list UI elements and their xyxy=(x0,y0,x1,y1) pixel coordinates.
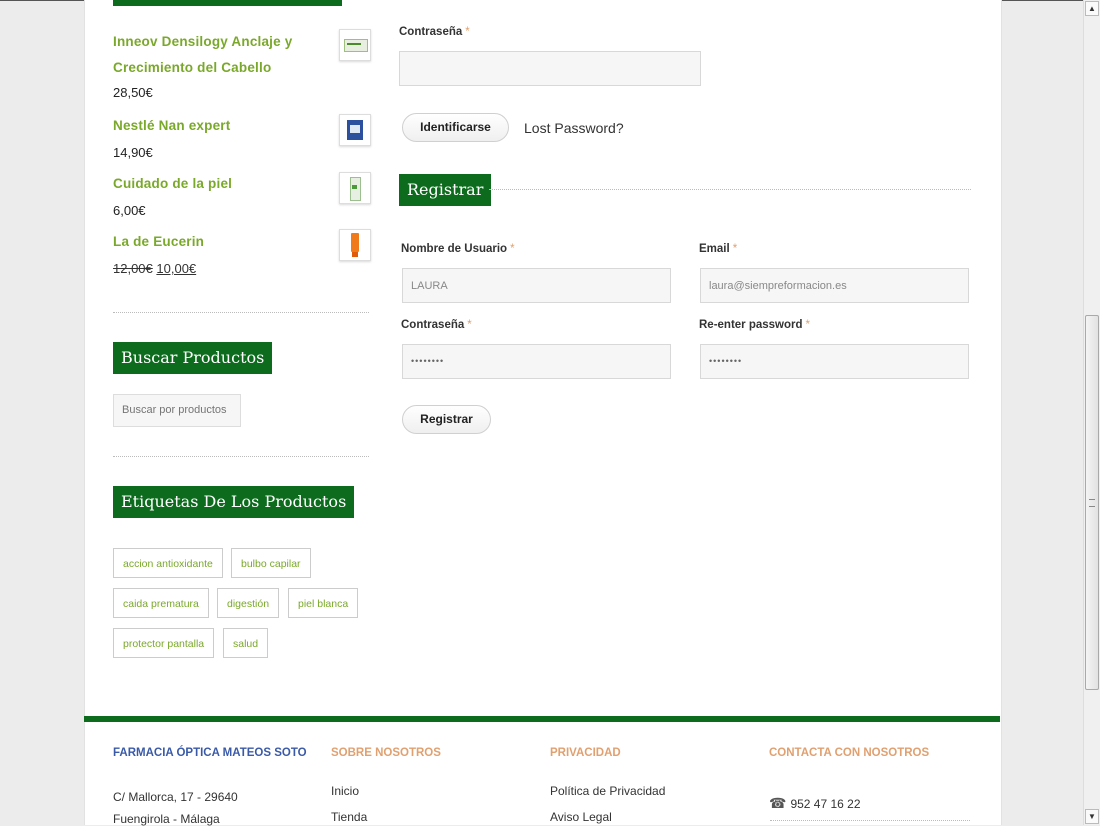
register-password-input[interactable]: •••••••• xyxy=(402,344,671,379)
lost-password-link[interactable]: Lost Password? xyxy=(524,120,624,136)
divider xyxy=(113,312,369,313)
divider xyxy=(113,456,369,457)
product-thumbnail-nestle[interactable] xyxy=(339,114,371,146)
username-input[interactable] xyxy=(402,268,671,303)
footer-link-legal-notice[interactable]: Aviso Legal xyxy=(550,810,612,824)
product-link-nestle[interactable]: Nestlé Nan expert xyxy=(113,113,328,139)
product-price-old: 12,00€ xyxy=(113,261,153,276)
tag-salud[interactable]: salud xyxy=(223,628,269,658)
login-password-label: Contraseña * xyxy=(399,26,470,38)
product-link-cuidado-piel[interactable]: Cuidado de la piel xyxy=(113,171,328,197)
tag-piel-blanca[interactable]: piel blanca xyxy=(288,588,359,618)
register-divider xyxy=(489,189,971,190)
product-link-inneov[interactable]: Inneov Densilogy Anclaje y Crecimiento d… xyxy=(113,29,328,81)
register-button[interactable]: Registrar xyxy=(402,405,491,434)
widget-header-bar xyxy=(113,0,342,6)
scroll-up-button[interactable]: ▲ xyxy=(1085,1,1099,16)
tags-widget-heading: Etiquetas De Los Productos xyxy=(113,486,355,518)
search-widget-heading: Buscar Productos xyxy=(113,342,273,374)
footer-about-heading: SOBRE NOSOTROS xyxy=(331,747,441,759)
tag-accion-antioxidante[interactable]: accion antioxidante xyxy=(113,548,223,578)
footer-phone: ☎ 952 47 16 22 xyxy=(769,795,861,811)
footer-contact-divider xyxy=(770,820,970,821)
scrollbar-thumb[interactable] xyxy=(1085,315,1099,690)
product-thumbnail-inneov[interactable] xyxy=(339,29,371,61)
username-label: Nombre de Usuario * xyxy=(401,243,515,255)
footer-privacy-heading: PRIVACIDAD xyxy=(550,747,621,759)
product-search-input[interactable] xyxy=(113,394,241,427)
email-input[interactable] xyxy=(700,268,969,303)
footer-address-line2: Fuengirola - Málaga xyxy=(113,812,220,826)
login-button[interactable]: Identificarse xyxy=(402,113,509,142)
footer-link-privacy-policy[interactable]: Política de Privacidad xyxy=(550,784,665,798)
product-price: 28,50€ xyxy=(113,85,153,100)
login-password-input[interactable] xyxy=(399,51,701,86)
tag-protector-pantalla[interactable]: protector pantalla xyxy=(113,628,215,658)
vertical-scrollbar[interactable]: ▲ ▼ xyxy=(1083,0,1100,825)
tag-bulbo-capilar[interactable]: bulbo capilar xyxy=(231,548,311,578)
product-link-eucerin[interactable]: La de Eucerin xyxy=(113,229,328,255)
tag-digestion[interactable]: digestión xyxy=(217,588,280,618)
product-price-sale: 10,00€ xyxy=(156,261,197,276)
product-price: 6,00€ xyxy=(113,203,146,218)
reenter-password-input[interactable]: •••••••• xyxy=(700,344,969,379)
footer-contact-heading: CONTACTA CON NOSOTROS xyxy=(769,747,930,759)
reenter-password-label: Re-enter password * xyxy=(699,319,811,331)
phone-icon: ☎ xyxy=(769,795,787,811)
product-price: 14,90€ xyxy=(113,145,153,160)
footer-address-line1: C/ Mallorca, 17 - 29640 xyxy=(113,790,238,804)
scroll-down-button[interactable]: ▼ xyxy=(1085,809,1099,824)
footer-link-inicio[interactable]: Inicio xyxy=(331,784,359,798)
footer-link-tienda[interactable]: Tienda xyxy=(331,810,367,824)
register-heading: Registrar xyxy=(399,174,492,206)
email-label: Email * xyxy=(699,243,738,255)
product-thumbnail-eucerin[interactable] xyxy=(339,229,371,261)
footer-top-bar xyxy=(84,716,1000,722)
scrollbar-grip-icon xyxy=(1089,499,1095,507)
tag-caida-prematura[interactable]: caida prematura xyxy=(113,588,209,618)
product-thumbnail-cuidado-piel[interactable] xyxy=(339,172,371,204)
product-price: 12,00€ 10,00€ xyxy=(113,261,196,276)
footer-brand-heading: FARMACIA ÓPTICA MATEOS SOTO xyxy=(113,747,307,759)
register-password-label: Contraseña * xyxy=(401,319,472,331)
